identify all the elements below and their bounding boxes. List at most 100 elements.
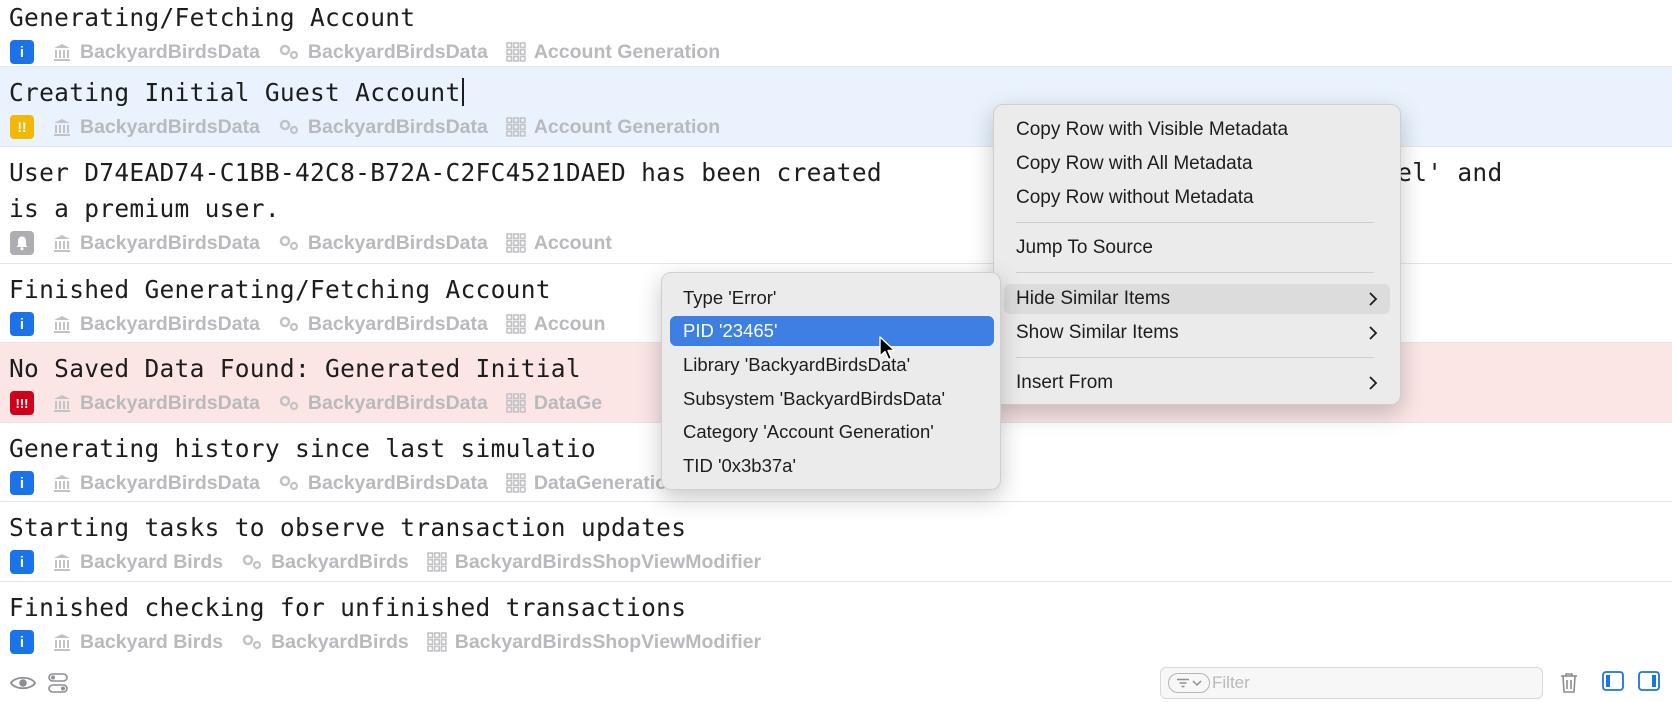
submenu-item-category[interactable]: Category 'Account Generation' (670, 417, 994, 447)
filter-field[interactable]: Filter (1160, 667, 1543, 699)
submenu-item-label: Type 'Error' (683, 287, 777, 308)
menu-item-label: Copy Row without Metadata (1016, 187, 1254, 208)
left-panel-toggle-icon[interactable] (1602, 671, 1624, 691)
category-label: DataGe (533, 391, 603, 414)
log-message: Finished checking for unfinished transac… (9, 593, 687, 622)
library-meta: Backyard Birds (52, 551, 223, 574)
category-grid-icon (506, 393, 526, 413)
menu-item-show-similar-items[interactable]: Show Similar Items (1004, 318, 1390, 348)
category-label: DataGeneration (533, 471, 680, 494)
subsystem-meta: BackyardBirdsData (278, 41, 488, 64)
library-icon (54, 119, 70, 136)
subsystem-gears-icon (242, 634, 262, 650)
filter-options-button[interactable] (1168, 673, 1210, 693)
library-meta: BackyardBirdsData (52, 116, 260, 139)
menu-item-label: Copy Row with Visible Metadata (1016, 119, 1289, 140)
submenu-item-pid[interactable]: PID '23465' (670, 316, 994, 346)
subsystem-label: BackyardBirdsData (307, 40, 488, 63)
bell-badge-icon (10, 231, 34, 255)
category-grid-icon (426, 552, 447, 572)
category-meta: BackyardBirdsShopViewModifier (426, 550, 762, 574)
subsystem-meta: BackyardBirdsData (278, 472, 488, 495)
info-badge-icon: i (10, 312, 34, 336)
menu-item-hide-similar-items[interactable]: Hide Similar Items (1004, 284, 1390, 314)
library-label: BackyardBirdsData (80, 391, 260, 414)
library-meta: Backyard Birds (52, 631, 223, 654)
library-icon (54, 634, 70, 651)
right-panel-toggle-icon[interactable] (1638, 671, 1660, 691)
menu-item-copy-all-metadata[interactable]: Copy Row with All Metadata (1016, 149, 1386, 179)
metadata-options-icon[interactable] (48, 672, 68, 694)
log-message-line2: is a premium user. (9, 194, 280, 223)
subsystem-meta: BackyardBirdsData (278, 392, 488, 415)
log-row-selected[interactable]: Creating Initial Guest Account !! Backya… (0, 67, 1672, 147)
log-row[interactable]: Generating/Fetching Account i BackyardBi… (0, 0, 1672, 67)
submenu-item-label: TID '0x3b37a' (683, 455, 796, 476)
submenu-item-label: PID '23465' (683, 320, 778, 341)
log-message-text: Creating Initial Guest Account (9, 78, 461, 107)
submenu-item-subsystem[interactable]: Subsystem 'BackyardBirdsData' (670, 384, 994, 414)
menu-item-copy-without-metadata[interactable]: Copy Row without Metadata (1016, 183, 1386, 213)
log-message: Starting tasks to observe transaction up… (9, 513, 687, 542)
menu-item-insert-from[interactable]: Insert From (1004, 368, 1390, 398)
library-label: BackyardBirdsData (80, 115, 260, 138)
log-metadata: !! BackyardBirdsData BackyardBirdsData A… (0, 111, 1672, 143)
subsystem-label: BackyardBirds (271, 630, 409, 653)
library-label: Backyard Birds (80, 630, 224, 653)
category-label: BackyardBirdsShopViewModifier (454, 550, 762, 573)
log-row[interactable]: Starting tasks to observe transaction up… (0, 502, 1672, 582)
text-caret (461, 78, 464, 106)
subsystem-meta: BackyardBirdsData (278, 232, 488, 255)
submenu-item-tid[interactable]: TID '0x3b37a' (670, 451, 994, 481)
menu-item-jump-to-source[interactable]: Jump To Source (1016, 233, 1386, 263)
error-badge-icon: !! (10, 115, 34, 139)
submenu-item-label: Category 'Account Generation' (683, 421, 934, 442)
category-meta: Accoun (506, 312, 606, 336)
category-meta: Account (506, 232, 612, 255)
category-label: Account Generation (533, 115, 721, 138)
log-metadata: i Backyard Birds BackyardBirds BackyardB… (0, 546, 1672, 578)
category-grid-icon (426, 632, 447, 652)
library-label: BackyardBirdsData (80, 231, 260, 254)
submenu-item-type[interactable]: Type 'Error' (670, 283, 994, 313)
library-icon (54, 44, 70, 61)
mouse-pointer-icon (879, 336, 896, 361)
library-icon (54, 235, 70, 252)
category-grid-icon (506, 117, 526, 137)
eye-icon[interactable] (10, 674, 36, 692)
subsystem-meta: BackyardBirds (241, 551, 409, 574)
menu-item-label: Show Similar Items (1016, 322, 1179, 343)
subsystem-gears-icon (279, 119, 299, 135)
submenu-item-library[interactable]: Library 'BackyardBirdsData' (670, 350, 994, 380)
library-label: BackyardBirdsData (80, 471, 260, 494)
filter-placeholder: Filter (1212, 673, 1250, 692)
log-message-block: User D74EAD74-C1BB-42C8-B72A-C2FC4521DAE… (0, 147, 1672, 227)
chevron-right-icon (1369, 326, 1378, 340)
subsystem-label: BackyardBirdsData (307, 115, 488, 138)
category-grid-icon (506, 314, 526, 334)
trash-icon[interactable] (1559, 672, 1579, 694)
menu-separator (1016, 222, 1374, 223)
log-row[interactable]: User D74EAD74-C1BB-42C8-B72A-C2FC4521DAE… (0, 147, 1672, 264)
library-icon (54, 395, 70, 412)
log-row[interactable]: Finished checking for unfinished transac… (0, 582, 1672, 660)
library-meta: BackyardBirdsData (52, 472, 260, 495)
category-meta: DataGeneration (506, 472, 679, 495)
menu-item-label: Hide Similar Items (1016, 288, 1171, 309)
log-metadata: i BackyardBirdsData BackyardBirdsData Ac… (0, 36, 1672, 68)
subsystem-label: BackyardBirdsData (307, 391, 488, 414)
category-label: Account (533, 231, 612, 254)
menu-item-copy-visible-metadata[interactable]: Copy Row with Visible Metadata (1016, 115, 1386, 145)
info-badge-icon: i (10, 471, 34, 495)
category-label: Accoun (533, 312, 606, 335)
info-badge-icon: i (10, 550, 34, 574)
log-metadata: BackyardBirdsData BackyardBirdsData Acco… (0, 227, 1672, 259)
subsystem-gears-icon (279, 316, 299, 332)
library-label: BackyardBirdsData (80, 40, 260, 63)
submenu-item-label: Library 'BackyardBirdsData' (683, 354, 911, 375)
chevron-down-icon (1192, 680, 1202, 687)
category-label: Account Generation (533, 40, 721, 63)
context-menu: Copy Row with Visible Metadata Copy Row … (993, 104, 1401, 405)
menu-item-label: Jump To Source (1016, 237, 1153, 258)
chevron-right-icon (1369, 376, 1378, 390)
